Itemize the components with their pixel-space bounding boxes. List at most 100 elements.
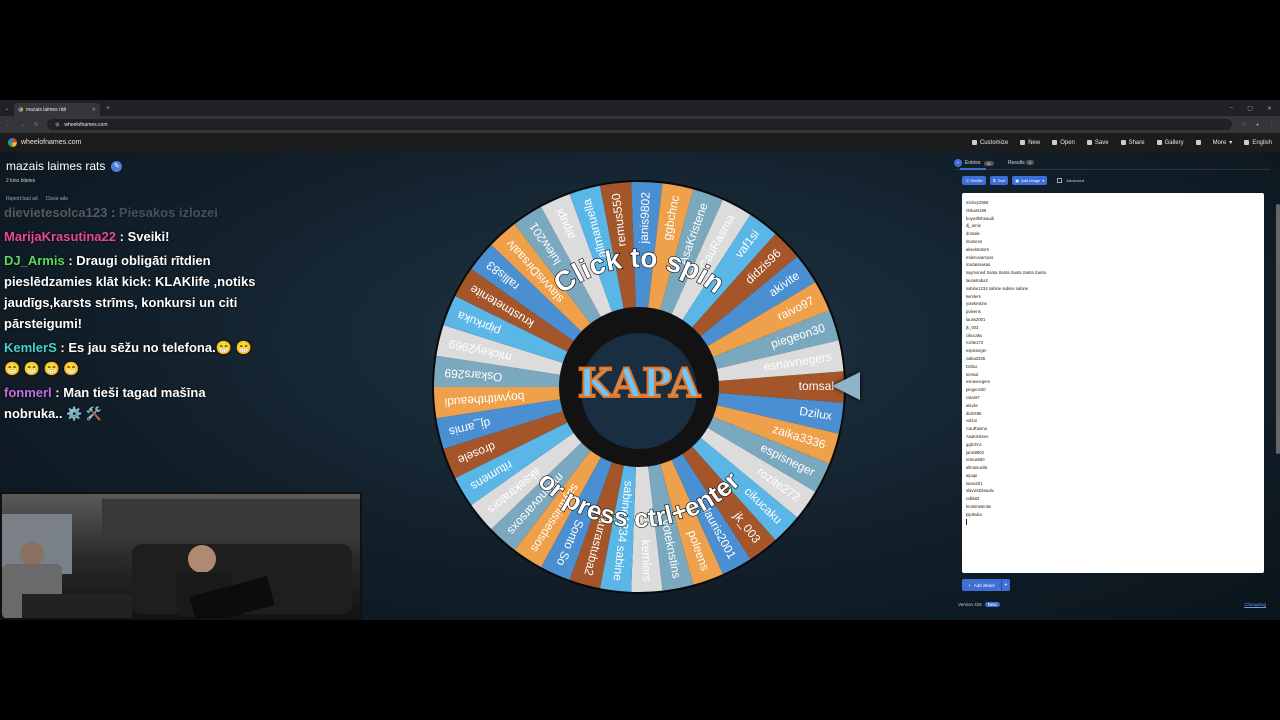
tab-title: mazais laimes rāti [26,106,67,113]
changelog-link[interactable]: Changelog [1244,602,1266,607]
wheel-segment-label: tomsal [799,379,834,393]
entry-line: zaika3336 [966,355,986,361]
advanced-checkbox[interactable] [1057,178,1063,183]
omnibox[interactable]: ⊙ wheelofnames.com [47,119,1233,130]
chat-text: Sveiki! [127,229,170,244]
wheel-title-text: mazais laimes rats [6,159,106,173]
nav-new[interactable]: New [1020,139,1040,146]
fullscreen-icon [1195,140,1201,145]
webcam-feed [0,492,362,620]
entries-panel: › Entries 41 Results 0 ⤨ Shuffle ⇅ Sort ▣ A… [954,157,1270,612]
collapse-panel-icon[interactable]: › [954,159,962,167]
profile-icon[interactable]: ● [1256,122,1259,128]
entry-line: krustmetenite [966,504,992,510]
shuffle-button[interactable]: ⤨ Shuffle [962,176,986,185]
nav-gallery[interactable]: Gallery [1156,139,1184,146]
wheel-segment-label: janis9802 [637,192,653,245]
tab-results[interactable]: Results 0 [1008,160,1035,166]
add-image-button[interactable]: ▣ Add image ▾ [1012,176,1048,185]
chat-username: KemlerS [4,340,57,355]
nav-share[interactable]: Share [1120,139,1145,146]
tab-bar: ⌄ mazais laimes rāti ✕ + – ▢ ✕ [0,100,1280,116]
add-wheel-dropdown-icon[interactable]: ▾ [1000,579,1010,591]
forward-icon[interactable]: → [20,122,25,128]
back-icon[interactable]: ← [6,122,11,128]
logo-text: wheelofnames.com [21,139,82,146]
entry-line: raivo97 [966,394,980,400]
close-window-icon[interactable]: ✕ [1267,105,1272,112]
version-text: Version 425 [958,602,982,607]
reload-icon[interactable]: ↻ [34,122,38,128]
shuffle-label: Shuffle [970,178,983,183]
site-header: wheelofnames.com Customize New Open Save… [0,133,1280,152]
wheel-pointer-icon [832,372,860,400]
chat-message: DJ_Armis : Draugi obligāti rītdien piesl… [4,250,266,334]
wheel-svg[interactable]: tomsalDziluxzaika3336espisnegerrozite272… [432,180,846,594]
entry-line: lauris2001 [966,316,986,322]
tab-underline [954,168,1270,170]
nav-label: More [1212,139,1227,146]
entry-line: esnavnegers [966,379,990,385]
search-icon [1156,140,1162,145]
tab-results-label: Results [1008,160,1025,166]
page-scrollbar[interactable] [1276,204,1280,454]
nav-language[interactable]: English [1244,139,1272,146]
entries-textarea[interactable]: mickey2969 Oskars269 boywiththeaudi dj_arni… [962,193,1264,573]
entry-line: boywiththeaudi [966,215,994,221]
entry-line: vaf1si [966,418,977,424]
entry-line: ritumens [966,238,983,244]
chat-username: dievietesolca123 [4,205,108,220]
site-info-icon[interactable]: ⊙ [55,122,59,128]
entry-line: mazaissasas [966,262,991,268]
nav-fullscreen[interactable] [1195,139,1201,146]
entry-line: CauRasma [966,426,987,432]
close-tab-icon[interactable]: ✕ [92,107,96,113]
nav-label: Share [1128,139,1145,146]
browser-tab[interactable]: mazais laimes rāti ✕ [14,103,100,116]
nav-buttons: Customize New Open Save Share Gallery Mo… [971,139,1272,147]
chat-text: Piesakos izlozei [118,205,218,220]
entry-line: slavvisDirsaalv [966,488,994,494]
entry-line: espisneger [966,348,987,354]
sort-button[interactable]: ⇅ Sort [989,176,1009,185]
file-icon [1020,140,1026,145]
tab-search-icon[interactable]: ⌄ [0,100,14,116]
chat-username: DJ_Armis [4,253,65,268]
spin-wheel[interactable]: tomsal Dzilux zaika3336 espisneger rozite272… [432,180,846,594]
wheel-subtitle: 2 kino biļetes [6,178,36,184]
entry-line: laurastuba2 [966,277,988,283]
new-tab-icon[interactable]: + [106,105,110,112]
chat-separator: : [107,205,119,220]
tab-entries[interactable]: › Entries 41 [954,159,995,167]
edit-pencil-icon[interactable]: ✎ [111,160,123,172]
nav-more[interactable]: More ▾ [1212,139,1233,147]
sort-label: Sort [997,178,1006,183]
entry-line: ggbchnc [966,441,982,447]
bookmark-icon[interactable]: ☆ [1241,122,1245,128]
nav-customize[interactable]: Customize [971,139,1008,146]
chat-separator: : [56,340,69,355]
entry-line: dj_arnis [966,223,981,229]
chat-username: fonmerl [4,385,52,400]
nav-label: English [1252,139,1272,146]
main-area: mazais laimes rats ✎ 2 kino biļetes Repo… [0,152,1280,620]
entry-line: aksektrators [966,246,989,252]
window-controls: – ▢ ✕ [1230,105,1280,112]
shuffle-icon: ⤨ [965,178,969,183]
entry-line: mickey2969 [966,200,989,205]
plus-icon: + [968,582,971,588]
palette-icon [971,140,977,145]
nav-save[interactable]: Save [1086,139,1109,146]
entry-line: rallis83 [966,496,980,502]
site-logo[interactable]: wheelofnames.com [8,138,81,147]
minimize-icon[interactable]: – [1230,105,1233,112]
favicon-icon [18,107,23,112]
new-badge: New [984,602,1000,607]
chat-message: dievietesolca123 : Piesakos izlozei [4,202,266,223]
add-wheel-button[interactable]: + Add wheel [962,579,1001,591]
active-tab-indicator [960,168,986,170]
menu-icon[interactable]: ⋮ [1269,122,1274,128]
version-info: Version 425 New [958,602,1000,607]
maximize-icon[interactable]: ▢ [1247,105,1253,112]
nav-open[interactable]: Open [1052,139,1075,146]
